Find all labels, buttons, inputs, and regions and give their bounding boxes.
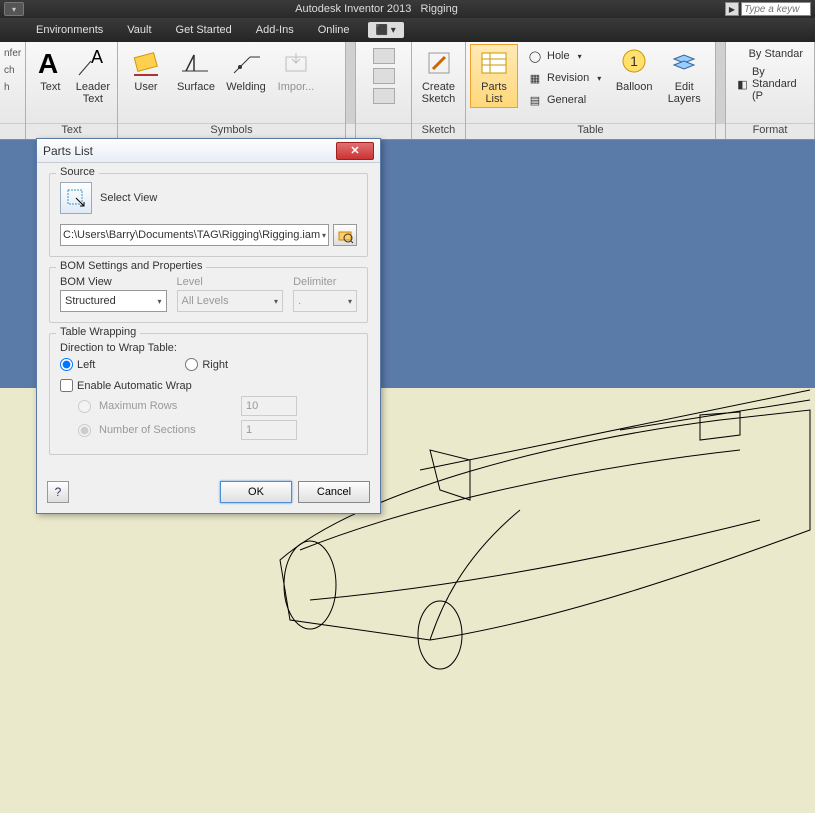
bom-group: BOM Settings and Properties BOM View Str… <box>49 267 368 323</box>
layer-icon: ◧ <box>737 76 748 92</box>
parts-list-dialog: Parts List ✕ Source Select View C:\Users… <box>36 138 381 514</box>
ribbon: nfer ch h A Text A Leader Text Text User <box>0 42 815 140</box>
leader-text-button[interactable]: A Leader Text <box>73 44 113 108</box>
ribbon-fragment: ch <box>4 65 15 76</box>
svg-text:A: A <box>38 48 58 79</box>
by-standard-p-button[interactable]: ◧By Standard (P <box>732 64 808 104</box>
text-icon: A <box>34 47 66 79</box>
revision-button[interactable]: ▦Revision▾ <box>522 68 606 88</box>
text-button[interactable]: A Text <box>30 44 71 96</box>
menu-extras[interactable]: ⬛ ▾ <box>368 22 404 38</box>
menu-item-vault[interactable]: Vault <box>115 18 163 42</box>
bom-legend: BOM Settings and Properties <box>56 260 206 272</box>
help-button[interactable]: ? <box>47 481 69 503</box>
help-search: ▶ <box>725 2 811 16</box>
wrap-right-radio[interactable]: Right <box>185 358 228 371</box>
sections-radio <box>78 424 91 437</box>
delimiter-combo: .▾ <box>293 290 357 312</box>
ribbon-fragment: nfer <box>4 48 21 59</box>
source-path-combo[interactable]: C:\Users\Barry\Documents\TAG\Rigging\Rig… <box>60 224 329 246</box>
svg-text:A: A <box>91 47 103 67</box>
menu-item-partial[interactable] <box>0 18 24 42</box>
search-input[interactable] <box>741 2 811 16</box>
create-sketch-button[interactable]: Create Sketch <box>416 44 461 108</box>
wrap-group: Table Wrapping Direction to Wrap Table: … <box>49 333 368 455</box>
panel-label-table: Table <box>466 123 715 139</box>
delimiter-label: Delimiter <box>293 276 357 288</box>
parts-list-button[interactable]: Parts List <box>470 44 518 108</box>
dialog-titlebar[interactable]: Parts List ✕ <box>37 139 380 163</box>
menu-item-environments[interactable]: Environments <box>24 18 115 42</box>
wrap-left-radio[interactable]: Left <box>60 358 95 371</box>
enable-auto-wrap-check[interactable]: Enable Automatic Wrap <box>60 379 357 392</box>
hole-button[interactable]: ◯Hole▾ <box>522 46 606 66</box>
cancel-button[interactable]: Cancel <box>298 481 370 503</box>
menu-item-online[interactable]: Online <box>306 18 362 42</box>
balloon-icon: 1 <box>618 47 650 79</box>
max-rows-radio <box>78 400 91 413</box>
select-view-label: Select View <box>100 192 157 204</box>
select-view-button[interactable] <box>60 182 92 214</box>
panel-label-symbols: Symbols <box>118 123 345 139</box>
parts-list-icon <box>478 47 510 79</box>
panel-label-text: Text <box>26 123 117 139</box>
revision-icon: ▦ <box>527 70 543 86</box>
bom-view-label: BOM View <box>60 276 167 288</box>
create-sketch-icon <box>423 47 455 79</box>
source-legend: Source <box>56 166 99 178</box>
general-icon: ▤ <box>527 92 543 108</box>
bom-view-combo[interactable]: Structured▾ <box>60 290 167 312</box>
svg-text:1: 1 <box>630 53 638 69</box>
welding-button[interactable]: Welding <box>222 44 270 96</box>
sections-input <box>241 420 297 440</box>
edit-layers-button[interactable]: Edit Layers <box>660 44 708 108</box>
qat-dropdown-icon[interactable]: ▾ <box>4 2 24 16</box>
direction-label: Direction to Wrap Table: <box>60 342 357 354</box>
close-button[interactable]: ✕ <box>336 142 374 160</box>
surface-button[interactable]: Surface <box>172 44 220 96</box>
max-rows-input <box>241 396 297 416</box>
general-button[interactable]: ▤General <box>522 90 606 110</box>
import-icon <box>280 47 312 79</box>
ok-button[interactable]: OK <box>220 481 292 503</box>
surface-icon <box>180 47 212 79</box>
max-rows-row: Maximum Rows <box>78 396 357 416</box>
ribbon-fragment: h <box>4 82 10 93</box>
by-standard-button[interactable]: By Standar <box>732 46 808 62</box>
search-toggle-icon[interactable]: ▶ <box>725 2 739 16</box>
panel-label-format: Format <box>726 123 814 139</box>
hole-icon: ◯ <box>527 48 543 64</box>
panel-label-sketch: Sketch <box>412 123 465 139</box>
title-bar: ▾ Autodesk Inventor 2013 Rigging ▶ <box>0 0 815 18</box>
import-button[interactable]: Impor... <box>272 44 320 96</box>
menu-item-add-ins[interactable]: Add-Ins <box>244 18 306 42</box>
user-symbol-button[interactable]: User <box>122 44 170 96</box>
select-view-icon <box>66 188 86 208</box>
browse-icon <box>337 227 353 243</box>
browse-button[interactable] <box>333 224 357 246</box>
max-rows-label: Maximum Rows <box>99 400 177 412</box>
menu-item-get-started[interactable]: Get Started <box>164 18 244 42</box>
welding-icon <box>230 47 262 79</box>
dialog-title: Parts List <box>43 144 93 158</box>
source-group: Source Select View C:\Users\Barry\Docume… <box>49 173 368 257</box>
balloon-button[interactable]: 1 Balloon <box>610 44 658 96</box>
help-icon: ? <box>55 485 62 499</box>
sections-row: Number of Sections <box>78 420 357 440</box>
sections-label: Number of Sections <box>99 424 196 436</box>
level-combo: All Levels▾ <box>177 290 284 312</box>
level-label: Level <box>177 276 284 288</box>
panel-label <box>0 123 25 139</box>
edit-layers-icon <box>668 47 700 79</box>
menu-bar: Environments Vault Get Started Add-Ins O… <box>0 18 815 42</box>
user-symbol-icon <box>130 47 162 79</box>
leader-text-icon: A <box>77 47 109 79</box>
sketch-mini-icons[interactable] <box>373 44 395 108</box>
wrap-legend: Table Wrapping <box>56 326 140 338</box>
app-title: Autodesk Inventor 2013 Rigging <box>28 3 725 15</box>
